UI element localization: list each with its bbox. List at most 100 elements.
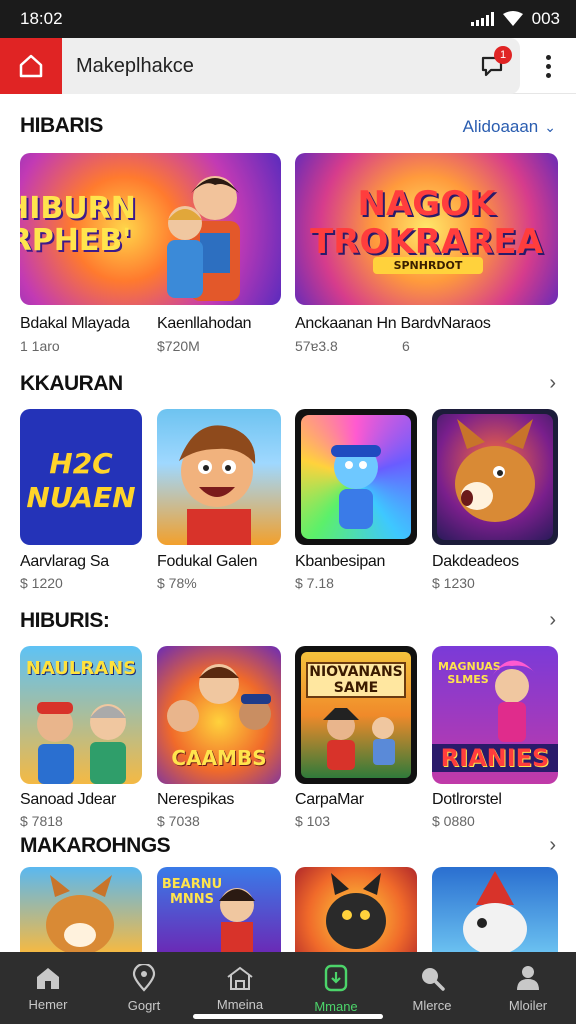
card-art-title: RIANIES xyxy=(432,744,558,772)
game-card[interactable] xyxy=(157,409,281,545)
more-options-button[interactable] xyxy=(532,50,564,82)
item-price: $720M xyxy=(157,338,200,354)
app-bar: Makeplhakce 1 xyxy=(0,38,576,94)
game-card[interactable] xyxy=(295,867,417,952)
battery-label: 003 xyxy=(531,9,560,28)
card-art-title: NIOVANANS SAME xyxy=(306,662,406,698)
see-all-label: Alidoaaan xyxy=(462,117,539,136)
item-price: $ 7038 xyxy=(157,813,200,829)
location-pin-icon xyxy=(132,963,156,992)
notification-badge: 1 xyxy=(494,46,512,64)
game-card[interactable]: CAAMBS xyxy=(157,646,281,784)
chat-button[interactable]: 1 xyxy=(474,46,512,84)
card-art-title: HIBURN RPHEB' xyxy=(20,191,136,258)
nav-item-search[interactable]: Mlerce xyxy=(384,952,480,1024)
featured-card-1[interactable]: HIBURN RPHEB' xyxy=(20,153,281,305)
game-card[interactable]: NIOVANANS SAME xyxy=(295,646,417,784)
item-title[interactable]: Nerespikas xyxy=(157,791,234,809)
item-title[interactable]: Sanoad Jdear xyxy=(20,791,116,809)
profile-icon xyxy=(517,965,539,990)
game-card[interactable] xyxy=(20,867,142,952)
item-title[interactable]: Bdakal Mlayada xyxy=(20,315,130,333)
item-price: $ 0880 xyxy=(432,813,475,829)
status-time: 18:02 xyxy=(20,9,63,28)
featured-card-2[interactable]: NAGOK TROKRAREA SPNHRDOT xyxy=(295,153,558,305)
game-card[interactable]: MAGNUAS SLMES RIANIES xyxy=(432,646,558,784)
section-title-4: MAKAROHNGS xyxy=(20,834,171,857)
item-title[interactable]: Fodukal Galen xyxy=(157,553,257,571)
game-card[interactable]: NAULRANS xyxy=(20,646,142,784)
item-price: $ 103 xyxy=(295,813,331,829)
item-price: 6 xyxy=(402,338,410,354)
store-icon xyxy=(227,966,253,990)
item-price: 57ɐ3.8 xyxy=(295,338,338,354)
search-text: Makeplhakce xyxy=(76,54,194,77)
character-illustration xyxy=(179,425,256,545)
nav-label: Mloiler xyxy=(508,997,548,1013)
character-illustration xyxy=(463,871,527,952)
section-title-2: KKAURAN xyxy=(20,372,123,395)
card-art-title: NAGOK TROKRAREA xyxy=(310,184,543,262)
card-art-title: CAAMBS xyxy=(171,746,267,770)
character-illustration xyxy=(323,708,395,770)
chevron-right-icon[interactable]: › xyxy=(549,372,556,395)
character-illustration xyxy=(46,875,114,952)
nav-item-profile[interactable]: Mloiler xyxy=(480,952,576,1024)
card-art-title: H2C NUAEN xyxy=(26,447,136,514)
search-icon xyxy=(422,967,445,991)
character-illustration xyxy=(331,445,381,529)
section-title-3: HIBURIS: xyxy=(20,609,110,632)
section-title-1: HIBARIS xyxy=(20,114,103,137)
item-price: $ 7.18 xyxy=(295,575,334,591)
home-button[interactable] xyxy=(0,38,62,94)
item-price: $ 1220 xyxy=(20,575,63,591)
item-price: $ 7818 xyxy=(20,813,63,829)
card-art-background xyxy=(437,414,553,540)
more-dot xyxy=(545,63,551,69)
signal-icon xyxy=(470,12,494,26)
card-art-subtitle: SPNHRDOT xyxy=(373,257,483,274)
item-title[interactable]: Kbanbesipan xyxy=(295,553,385,571)
home-icon xyxy=(19,54,43,78)
character-illustration xyxy=(492,660,536,742)
card-art-background: NIOVANANS SAME xyxy=(301,652,411,778)
nav-label: Mmane xyxy=(314,998,358,1014)
character-illustration xyxy=(326,873,386,949)
card-art-title: BEARNU MNNS xyxy=(161,877,223,907)
item-title[interactable]: Aarvlarag Sa xyxy=(20,553,109,571)
character-illustration xyxy=(37,702,126,784)
card-art-title: NAULRANS xyxy=(25,658,137,679)
item-title[interactable]: Dotlrorstel xyxy=(432,791,502,809)
home-indicator[interactable] xyxy=(193,1014,383,1019)
character-illustration xyxy=(167,206,203,298)
chevron-right-icon[interactable]: › xyxy=(549,834,556,857)
status-icons: 003 xyxy=(470,9,560,29)
search-input[interactable]: Makeplhakce xyxy=(62,38,520,94)
chevron-down-icon: ⌄ xyxy=(544,118,556,135)
card-art-background xyxy=(301,415,411,539)
section-1-see-all-link[interactable]: Alidoaaan ⌄ xyxy=(463,117,556,137)
game-card[interactable] xyxy=(432,409,558,545)
home-icon xyxy=(37,967,59,989)
item-price: $ 78% xyxy=(157,575,197,591)
item-title[interactable]: Kaenllahodan xyxy=(157,315,252,333)
more-dot xyxy=(545,72,551,78)
more-dot xyxy=(545,54,551,60)
game-card[interactable]: BEARNU MNNS xyxy=(157,867,281,952)
game-card[interactable] xyxy=(432,867,558,952)
nav-label: Gogrt xyxy=(127,997,161,1013)
character-illustration xyxy=(455,419,535,522)
nav-label: Mmeina xyxy=(216,996,264,1012)
item-title[interactable]: Anckaanan Hn BardvNaraos xyxy=(295,315,491,333)
nav-label: Hemer xyxy=(28,996,68,1012)
chevron-right-icon[interactable]: › xyxy=(549,609,556,632)
item-title[interactable]: Dakdeadeos xyxy=(432,553,519,571)
item-price: $ 1230 xyxy=(432,575,475,591)
game-card[interactable] xyxy=(295,409,417,545)
item-title[interactable]: CarpaMar xyxy=(295,791,364,809)
nav-item-home[interactable]: Hemer xyxy=(0,952,96,1024)
nav-item-location[interactable]: Gogrt xyxy=(96,952,192,1024)
game-card[interactable]: H2C NUAEN xyxy=(20,409,142,545)
status-bar: 18:02 003 xyxy=(0,0,576,38)
game-controller-icon xyxy=(324,964,348,991)
